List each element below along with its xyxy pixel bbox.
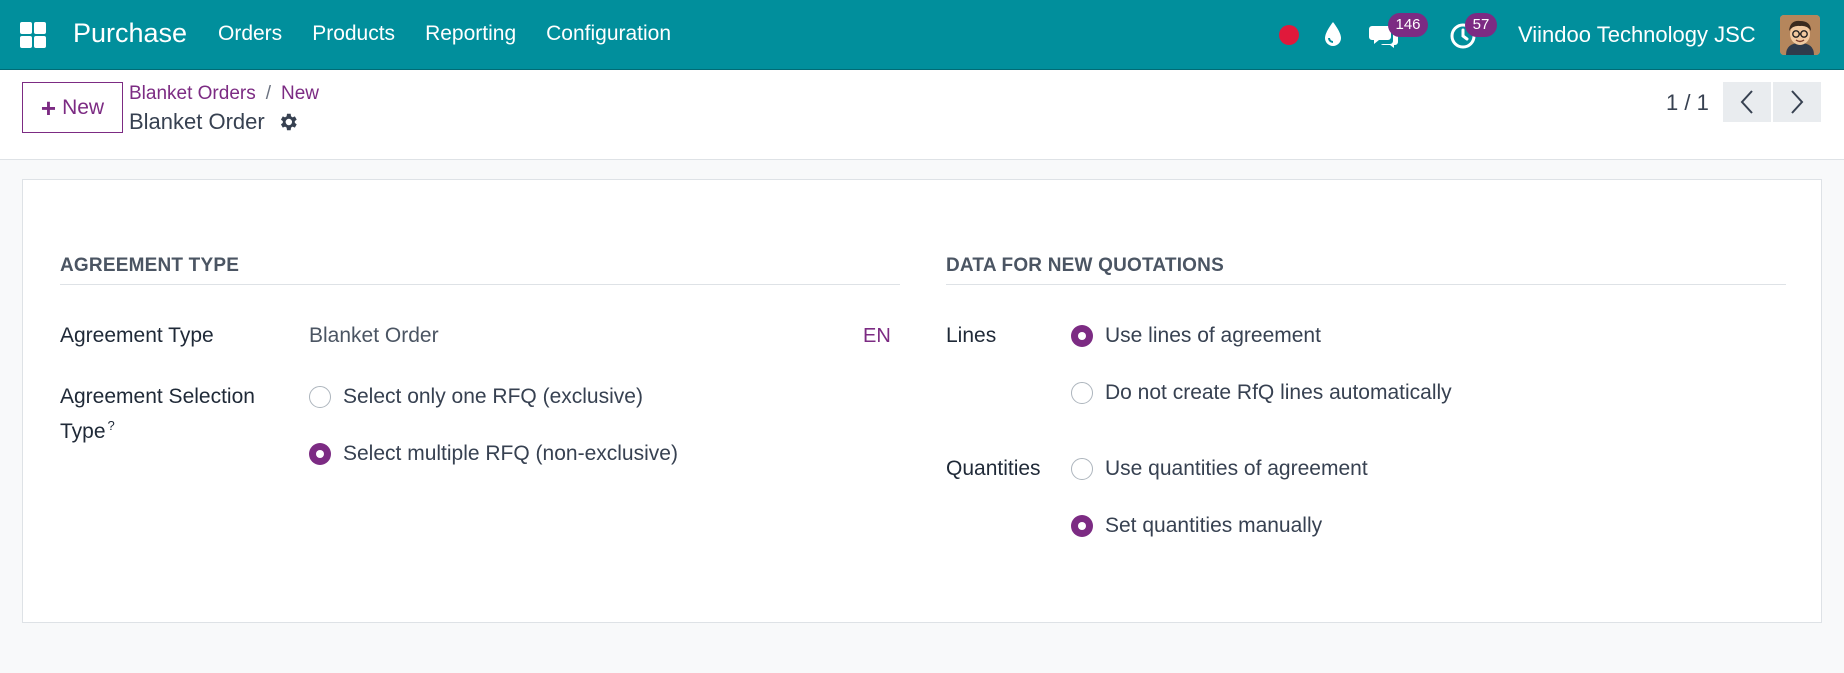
radio-button-checked[interactable] (1071, 515, 1093, 537)
agreement-selection-type-label: Type? (60, 418, 115, 444)
menu-products[interactable]: Products (312, 22, 395, 46)
radio-button-checked[interactable] (1071, 325, 1093, 347)
radio-non-exclusive[interactable]: Select multiple RFQ (non-exclusive) (309, 442, 678, 466)
form-sheet: AGREEMENT TYPE Agreement Type Blanket Or… (22, 179, 1822, 623)
translate-language-button[interactable]: EN (863, 325, 891, 348)
radio-label: Select multiple RFQ (non-exclusive) (343, 442, 678, 465)
messages-count-badge: 146 (1388, 13, 1428, 37)
pager-previous-button[interactable] (1723, 82, 1771, 122)
radio-button-unchecked[interactable] (1071, 458, 1093, 480)
radio-label: Set quantities manually (1105, 514, 1323, 537)
radio-button-checked[interactable] (309, 443, 331, 465)
menu-orders[interactable]: Orders (218, 22, 282, 46)
breadcrumb-blanket-orders[interactable]: Blanket Orders (129, 83, 256, 105)
radio-button-unchecked[interactable] (1071, 382, 1093, 404)
recording-indicator-icon[interactable] (1279, 25, 1299, 45)
company-switcher[interactable]: Viindoo Technology JSC (1518, 22, 1756, 48)
radio-exclusive[interactable]: Select only one RFQ (exclusive) (309, 385, 643, 409)
menu-reporting[interactable]: Reporting (425, 22, 516, 46)
agreement-type-field[interactable]: Blanket Order (309, 324, 439, 348)
record-title: Blanket Order (129, 109, 265, 134)
chevron-left-icon (1740, 90, 1753, 114)
record-title-row: Blanket Order (129, 109, 299, 135)
radio-no-rfq-lines[interactable]: Do not create RfQ lines automatically (1071, 381, 1452, 405)
lines-label: Lines (946, 324, 997, 347)
help-tooltip-icon[interactable]: ? (108, 418, 115, 433)
new-button[interactable]: + New (22, 82, 123, 133)
section-divider (60, 284, 900, 285)
radio-button-unchecked[interactable] (309, 386, 331, 408)
radio-use-lines-of-agreement[interactable]: Use lines of agreement (1071, 324, 1321, 348)
agreement-type-section-title: AGREEMENT TYPE (60, 255, 240, 276)
gear-icon[interactable] (277, 111, 299, 133)
chevron-right-icon (1791, 90, 1804, 114)
pager-next-button[interactable] (1773, 82, 1821, 122)
apps-menu-icon[interactable] (20, 22, 46, 48)
breadcrumb-current[interactable]: New (281, 83, 319, 105)
activities-count-badge: 57 (1465, 13, 1497, 37)
agreement-type-label: Agreement Type (60, 324, 214, 347)
control-panel: + New Blanket Orders / New Blanket Order… (0, 70, 1844, 160)
main-menu: Orders Products Reporting Configuration (218, 22, 701, 46)
new-quotations-section-title: DATA FOR NEW QUOTATIONS (946, 255, 1224, 276)
top-navbar: Purchase Orders Products Reporting Confi… (0, 0, 1844, 70)
radio-set-quantities-manually[interactable]: Set quantities manually (1071, 514, 1322, 538)
radio-label: Do not create RfQ lines automatically (1105, 381, 1452, 404)
breadcrumb-separator: / (265, 83, 272, 104)
user-avatar[interactable] (1780, 15, 1820, 55)
radio-label: Select only one RFQ (exclusive) (343, 385, 643, 408)
radio-label: Use quantities of agreement (1105, 457, 1368, 480)
app-title[interactable]: Purchase (73, 18, 187, 49)
agreement-selection-type-label-line2: Type (60, 420, 106, 443)
new-button-label: New (62, 95, 105, 119)
quantities-label: Quantities (946, 457, 1041, 480)
pager-value[interactable]: 1 / 1 (1666, 90, 1709, 116)
menu-configuration[interactable]: Configuration (546, 22, 671, 46)
section-divider (946, 284, 1786, 285)
plus-icon: + (40, 92, 57, 123)
agreement-selection-type-label-line1: Agreement Selection (60, 385, 255, 408)
water-drop-icon[interactable] (1322, 21, 1344, 47)
radio-use-quantities-of-agreement[interactable]: Use quantities of agreement (1071, 457, 1368, 481)
breadcrumb: Blanket Orders / New (129, 83, 319, 105)
radio-label: Use lines of agreement (1105, 324, 1321, 347)
